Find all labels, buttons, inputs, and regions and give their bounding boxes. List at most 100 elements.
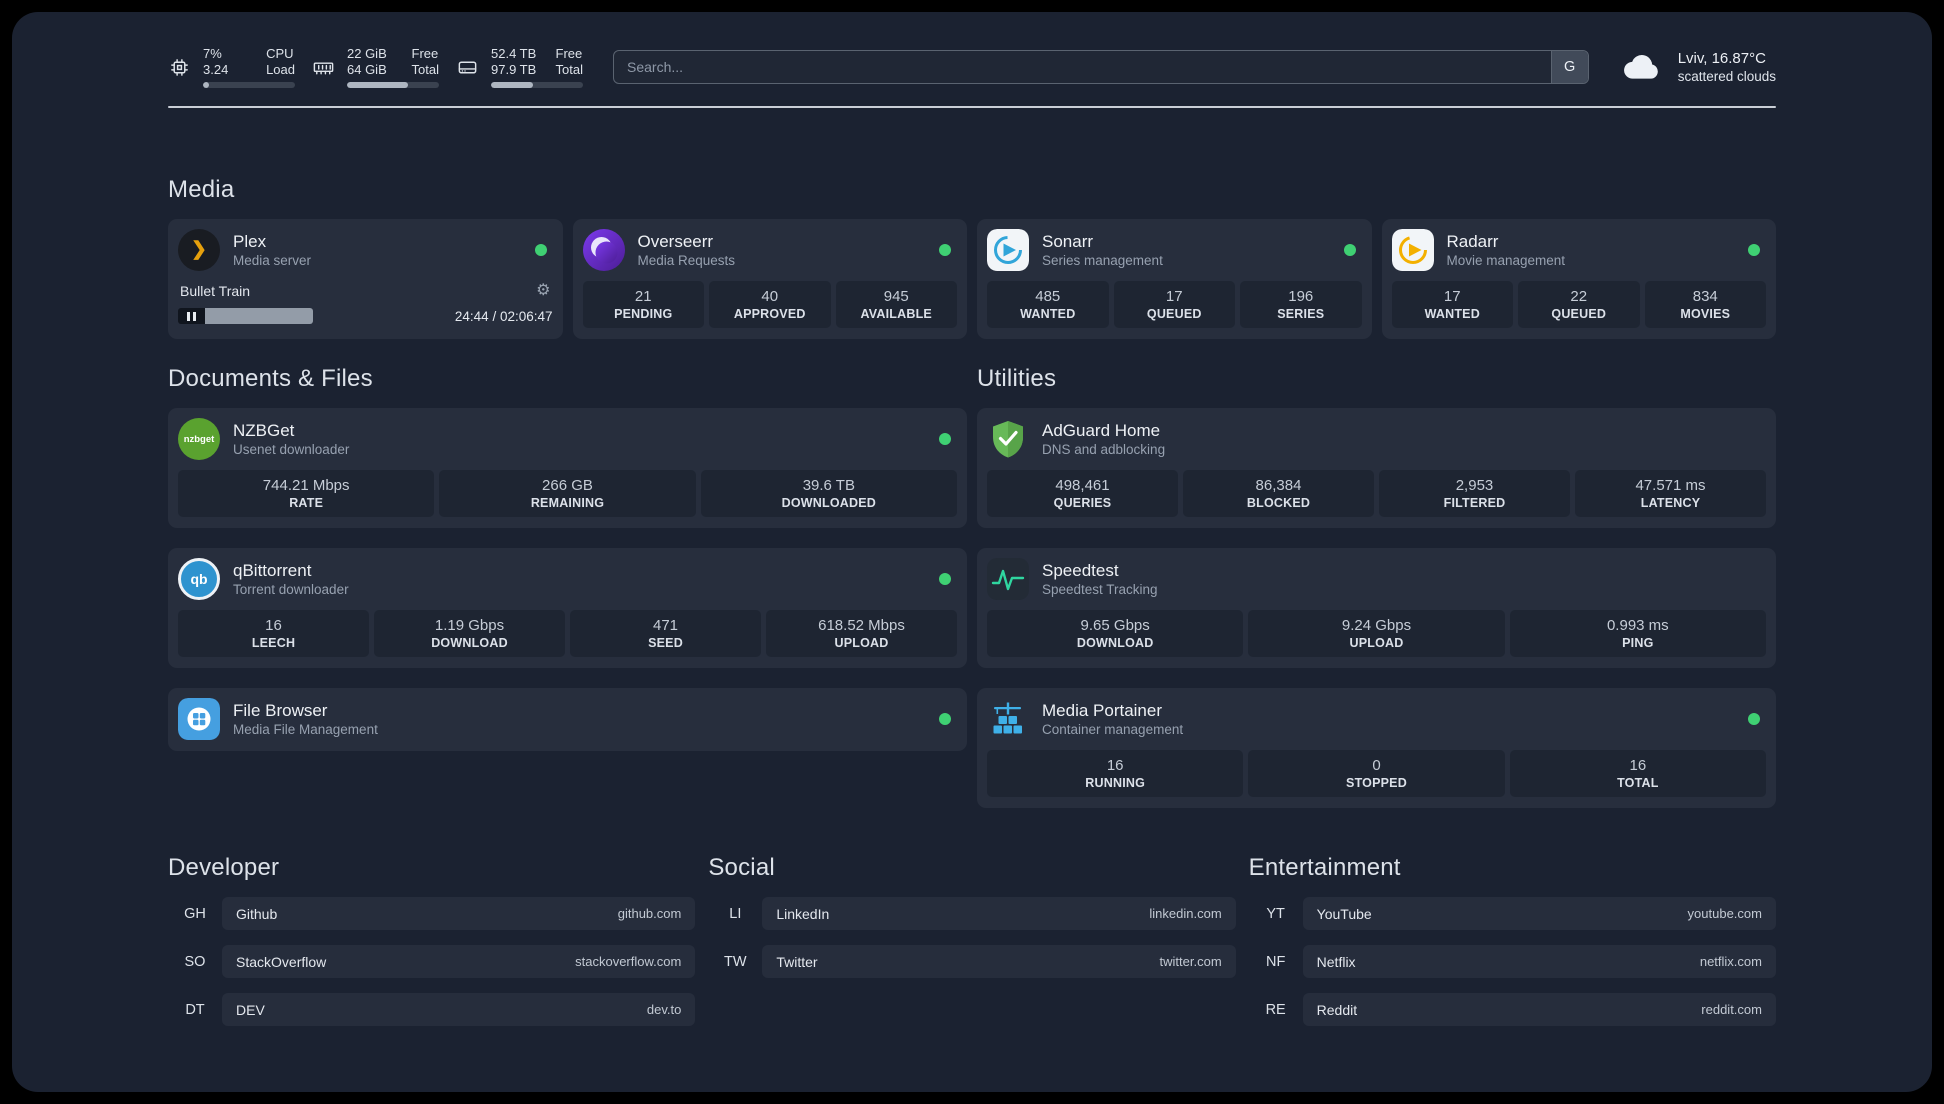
- section-title-utilities: Utilities: [977, 365, 1057, 392]
- service-card-radarr[interactable]: Radarr Movie management 17 WANTED 22 QUE…: [1381, 219, 1776, 339]
- disk-widget: 52.4 TB 97.9 TB Free Total: [456, 46, 583, 88]
- stat-queued: 22 QUEUED: [1518, 281, 1640, 328]
- stat-ping: 0.993 ms PING: [1509, 610, 1766, 657]
- service-desc: Media File Management: [233, 722, 378, 737]
- section-entertainment: Entertainment YT YouTube youtube.com NF …: [1249, 854, 1776, 1026]
- bookmark-stackoverflow[interactable]: SO StackOverflow stackoverflow.com: [168, 945, 696, 978]
- status-dot: [939, 244, 951, 256]
- playback-time: 24:44 / 02:06:47: [454, 308, 553, 324]
- memory-total-value: 64 GiB: [347, 62, 387, 77]
- section-title-documents: Documents & Files: [168, 365, 373, 392]
- playback-progress-bar[interactable]: [205, 308, 313, 324]
- cloud-icon: [1619, 47, 1665, 87]
- cpu-icon: [168, 56, 191, 79]
- service-card-nzbget[interactable]: nzbget NZBGet Usenet downloader 744.21 M…: [168, 408, 967, 528]
- filebrowser-icon: [178, 698, 220, 740]
- section-documents: Documents & Files nzbget NZBGet Usenet d…: [168, 365, 967, 751]
- service-card-overseerr[interactable]: Overseerr Media Requests 21 PENDING 40 A…: [572, 219, 967, 339]
- search-provider-button[interactable]: G: [1550, 51, 1588, 83]
- pause-button[interactable]: [178, 308, 205, 324]
- cpu-load-label: Load: [266, 62, 295, 77]
- section-title-entertainment: Entertainment: [1248, 854, 1401, 881]
- overseerr-icon: [582, 229, 625, 271]
- memory-widget: 22 GiB 64 GiB Free Total: [312, 46, 439, 88]
- bookmark-youtube[interactable]: YT YouTube youtube.com: [1249, 897, 1776, 930]
- weather-widget: Lviv, 16.87°C scattered clouds: [1619, 47, 1776, 87]
- dashboard-content: 7% 3.24 CPU Load 22 GiB 64 GiB Free Tota…: [12, 12, 1932, 1026]
- disk-total-label: Total: [555, 62, 583, 77]
- bookmark-netflix[interactable]: NF Netflix netflix.com: [1249, 945, 1776, 978]
- cpu-widget: 7% 3.24 CPU Load: [168, 46, 295, 88]
- speedtest-icon: [987, 558, 1029, 600]
- cpu-load-value: 3.24: [203, 62, 229, 77]
- stat-upload: 618.52 Mbps UPLOAD: [766, 610, 957, 657]
- cpu-label: CPU: [266, 46, 294, 61]
- disk-free-label: Free: [555, 46, 583, 61]
- memory-progress-fill: [347, 82, 408, 88]
- bookmark-dev[interactable]: DT DEV dev.to: [168, 993, 696, 1026]
- section-title-media: Media: [168, 176, 235, 203]
- memory-total-label: Total: [411, 62, 439, 77]
- adguard-icon: [987, 418, 1029, 460]
- service-desc: Series management: [1042, 253, 1163, 268]
- service-card-plex[interactable]: ❯ Plex Media server Bullet Train ⚙ 24:44…: [168, 219, 563, 339]
- gear-icon[interactable]: ⚙: [536, 283, 550, 299]
- now-playing-title: Bullet Train: [180, 283, 251, 299]
- bookmark-twitter[interactable]: TW Twitter twitter.com: [708, 945, 1236, 978]
- stat-movies: 834 MOVIES: [1644, 281, 1766, 328]
- disk-icon: [456, 56, 479, 79]
- service-card-qbittorrent[interactable]: qb qBittorrent Torrent downloader 16 LEE…: [168, 548, 967, 668]
- bookmark-reddit[interactable]: RE Reddit reddit.com: [1249, 993, 1776, 1026]
- portainer-icon: [987, 698, 1029, 740]
- radarr-icon: [1391, 229, 1434, 271]
- stat-leech: 16 LEECH: [178, 610, 369, 657]
- service-card-sonarr[interactable]: Sonarr Series management 485 WANTED 17 Q…: [977, 219, 1372, 339]
- status-dot: [1343, 244, 1356, 256]
- service-desc: Movie management: [1446, 253, 1566, 268]
- service-card-filebrowser[interactable]: File Browser Media File Management: [168, 688, 967, 751]
- status-dot: [939, 713, 951, 725]
- service-name: Media Portainer: [1042, 701, 1163, 720]
- plex-icon: ❯: [178, 229, 220, 271]
- service-name: qBittorrent: [233, 561, 312, 580]
- stat-available: 945 AVAILABLE: [835, 281, 957, 328]
- stat-approved: 40 APPROVED: [709, 281, 831, 328]
- stat-rate: 744.21 Mbps RATE: [178, 470, 435, 517]
- service-card-speedtest[interactable]: Speedtest Speedtest Tracking 9.65 Gbps D…: [977, 548, 1776, 668]
- sonarr-icon: [987, 229, 1029, 271]
- top-bar: 7% 3.24 CPU Load 22 GiB 64 GiB Free Tota…: [168, 46, 1776, 88]
- memory-progress-bar: [347, 82, 439, 88]
- bookmark-github[interactable]: GH Github github.com: [168, 897, 696, 930]
- search-bar: G: [613, 50, 1589, 84]
- service-name: Speedtest: [1042, 561, 1119, 580]
- stat-total: 16 TOTAL: [1509, 750, 1766, 797]
- service-desc: Media Requests: [637, 253, 736, 268]
- memory-free-value: 22 GiB: [347, 46, 387, 61]
- disk-progress-fill: [491, 82, 534, 88]
- service-name: AdGuard Home: [1042, 421, 1161, 440]
- disk-total-value: 97.9 TB: [491, 62, 537, 77]
- cpu-progress-bar: [203, 82, 295, 88]
- dashboard-window: 7% 3.24 CPU Load 22 GiB 64 GiB Free Tota…: [12, 12, 1932, 1092]
- disk-progress-bar: [491, 82, 583, 88]
- service-card-portainer[interactable]: Media Portainer Container management 16 …: [977, 688, 1776, 808]
- section-developer: Developer GH Github github.com SO StackO…: [168, 854, 696, 1026]
- stat-wanted: 17 WANTED: [1391, 281, 1513, 328]
- stat-queries: 498,461 QUERIES: [987, 470, 1178, 517]
- bookmark-linkedin[interactable]: LI LinkedIn linkedin.com: [708, 897, 1236, 930]
- status-dot: [1748, 713, 1760, 725]
- service-name: Overseerr: [637, 232, 714, 251]
- stat-series: 196 SERIES: [1240, 281, 1362, 328]
- search-input[interactable]: [614, 51, 1551, 83]
- service-desc: Torrent downloader: [233, 582, 349, 597]
- stat-wanted: 485 WANTED: [987, 281, 1109, 328]
- weather-location: Lviv, 16.87°C: [1677, 50, 1766, 67]
- status-dot: [1748, 244, 1760, 256]
- disk-free-value: 52.4 TB: [491, 46, 537, 61]
- weather-condition: scattered clouds: [1677, 69, 1776, 84]
- status-dot: [534, 244, 547, 256]
- service-card-adguard[interactable]: AdGuard Home DNS and adblocking 498,461 …: [977, 408, 1776, 528]
- resource-widgets: 7% 3.24 CPU Load 22 GiB 64 GiB Free Tota…: [168, 46, 583, 88]
- nzbget-icon: nzbget: [178, 418, 220, 460]
- cpu-percent: 7%: [203, 46, 222, 61]
